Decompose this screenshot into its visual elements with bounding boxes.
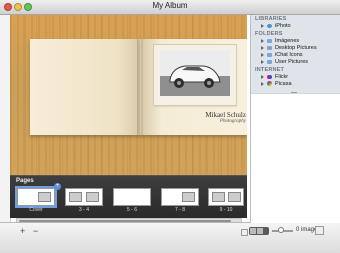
- view-mode-control[interactable]: [249, 227, 269, 235]
- sidebar-item-label: User Pictures: [275, 58, 309, 65]
- page-spread-7-8[interactable]: [161, 188, 199, 206]
- media-browser-content[interactable]: [250, 93, 340, 223]
- add-button[interactable]: +: [20, 226, 25, 236]
- caption-subtitle: Photography: [219, 119, 246, 124]
- sidebar-item-label: Picasa: [275, 80, 292, 87]
- sidebar-item-ichat-icons[interactable]: iChat Icons: [261, 51, 303, 58]
- sidebar-item-label: Desktop Pictures: [275, 44, 317, 51]
- window-title: My Album: [152, 1, 188, 10]
- photo-frame[interactable]: [154, 45, 236, 105]
- bottom-toolbar: + − 0 images: [0, 222, 340, 253]
- page-spread-9-10[interactable]: [208, 188, 244, 206]
- folder-icon: [267, 45, 272, 50]
- book-gutter: [137, 39, 143, 135]
- sidebar-item-label: Imágenes: [275, 37, 300, 44]
- page-spread-label: 3 - 4: [78, 207, 89, 213]
- disclosure-triangle-icon[interactable]: [261, 23, 264, 28]
- disclosure-triangle-icon[interactable]: [261, 52, 264, 57]
- pages-label: Pages: [16, 178, 34, 184]
- title-bar: My Album: [0, 0, 340, 15]
- disclosure-triangle-icon[interactable]: [261, 38, 264, 43]
- folder-icon: [267, 38, 272, 43]
- sidebar-item-flickr[interactable]: Flickr: [261, 73, 288, 80]
- sidebar-item-iphoto[interactable]: iPhoto: [261, 22, 291, 29]
- book-spread[interactable]: Mikael Schulz Photography: [30, 39, 247, 135]
- sidebar-item-imagenes[interactable]: Imágenes: [261, 37, 299, 44]
- page-spread-3-4[interactable]: [65, 188, 103, 206]
- caption-name: Mikael Schulz: [205, 111, 246, 119]
- page-spread-label: 7 - 8: [174, 207, 185, 213]
- car-photo: [160, 50, 230, 96]
- media-browser-sidebar: LIBRARIES iPhoto FOLDERS Imágenes Deskto…: [250, 15, 340, 93]
- remove-button[interactable]: −: [33, 226, 38, 236]
- picasa-icon: [267, 81, 272, 86]
- options-button[interactable]: [315, 226, 324, 235]
- sidebar-item-label: iPhoto: [275, 22, 291, 29]
- folder-icon: [267, 59, 272, 64]
- app-window: My Album Mikael Schulz Photography Pages…: [0, 0, 340, 253]
- folder-icon: [267, 52, 272, 57]
- flickr-icon: [267, 74, 272, 79]
- page-spread-label: Cover: [29, 207, 43, 213]
- sidebar-item-label: Flickr: [275, 73, 289, 80]
- sidebar-item-user-pictures[interactable]: User Pictures: [261, 58, 308, 65]
- disclosure-triangle-icon[interactable]: [261, 81, 264, 86]
- browser-toggle-button[interactable]: [241, 229, 248, 236]
- car-image: [160, 50, 230, 96]
- sidebar-item-label: iChat Icons: [275, 51, 303, 58]
- iphoto-icon: [267, 23, 272, 28]
- zoom-slider[interactable]: [272, 227, 293, 233]
- page-spread-label: 5 - 6: [126, 207, 137, 213]
- sidebar-item-desktop-pictures[interactable]: Desktop Pictures: [261, 44, 317, 51]
- disclosure-triangle-icon[interactable]: [261, 59, 264, 64]
- page-spread-cover[interactable]: [17, 188, 55, 206]
- left-page[interactable]: [30, 39, 140, 135]
- page-spread-5-6[interactable]: [113, 188, 151, 206]
- page-spread-label: 9 - 10: [219, 207, 233, 213]
- add-page-icon[interactable]: +: [54, 183, 61, 190]
- disclosure-triangle-icon[interactable]: [261, 74, 264, 79]
- sidebar-item-picasa[interactable]: Picasa: [261, 80, 292, 87]
- book-canvas: Mikael Schulz Photography: [10, 15, 247, 175]
- disclosure-triangle-icon[interactable]: [261, 45, 264, 50]
- slider-knob[interactable]: [278, 227, 284, 233]
- pages-strip: Pages + Cover 3 - 4 5 - 6 7 - 8 9 - 10: [10, 175, 247, 218]
